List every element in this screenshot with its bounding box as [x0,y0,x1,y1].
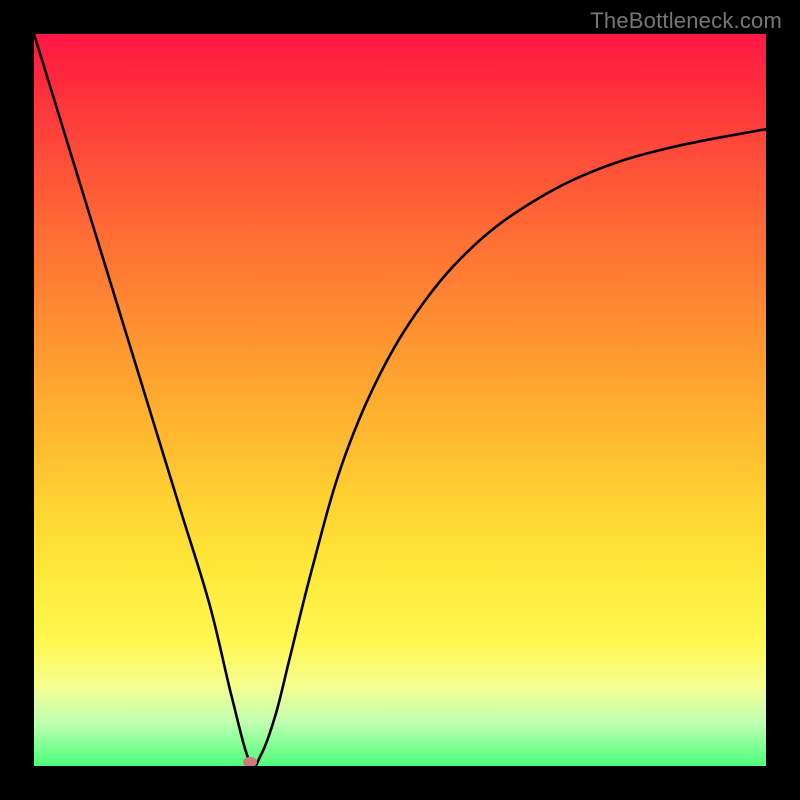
watermark-text: TheBottleneck.com [590,8,782,34]
optimal-point-marker [243,757,257,766]
curve-layer [34,34,766,766]
chart-frame: TheBottleneck.com [0,0,800,800]
bottleneck-curve [34,34,766,766]
plot-area [34,34,766,766]
